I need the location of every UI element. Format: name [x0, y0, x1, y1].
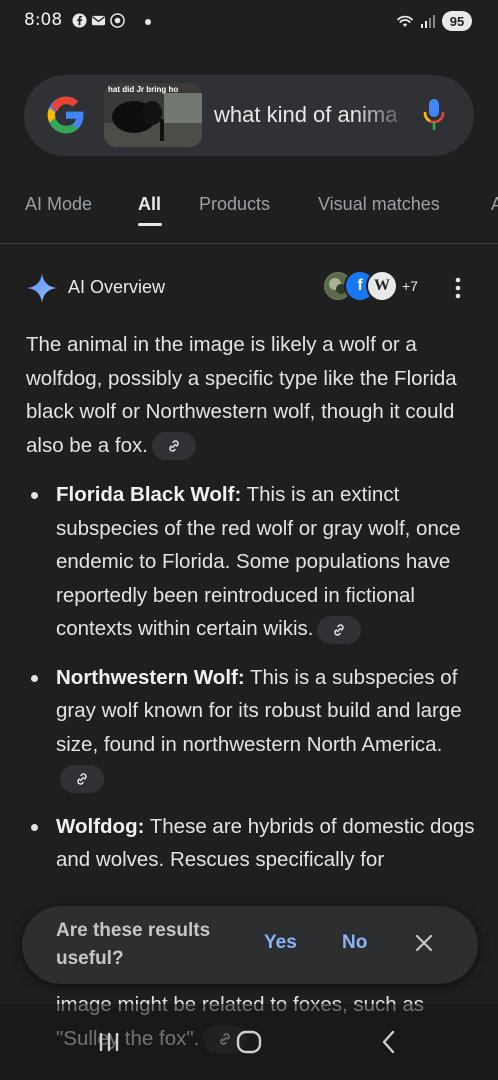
bullet-dot [31, 823, 38, 831]
citation-link-chip[interactable] [151, 432, 196, 461]
facebook-icon [72, 13, 87, 28]
ai-sparkle-icon [27, 273, 57, 303]
sources-more-count[interactable]: +7 [402, 278, 418, 294]
recent-apps-icon[interactable] [96, 1029, 122, 1055]
link-icon [169, 440, 179, 452]
wifi-icon [397, 15, 413, 27]
home-icon[interactable] [236, 1029, 262, 1055]
tab-partial[interactable]: A [491, 194, 498, 215]
more-options-icon[interactable] [452, 276, 464, 300]
status-bar: 8:08 95 [0, 0, 498, 44]
bullet-term: Wolfdog: [56, 814, 145, 838]
system-icons: 95 [396, 11, 472, 31]
ai-overview-intro: The animal in the image is likely a wolf… [26, 328, 476, 462]
status-time: 8:08 [24, 10, 63, 30]
tab-products[interactable]: Products [199, 194, 270, 215]
ai-overview-title: AI Overview [68, 277, 166, 297]
link-icon [77, 772, 87, 785]
ai-overview-header: AI Overview f W +7 [0, 266, 498, 310]
source-icon-wikipedia[interactable]: W [366, 270, 398, 302]
notification-dot [145, 19, 151, 25]
battery-icon: 95 [442, 11, 472, 31]
ai-overview-bullets: Florida Black Wolf: This is an extinct s… [26, 478, 476, 892]
google-logo[interactable] [46, 95, 86, 135]
source-favicons[interactable]: f W [322, 270, 402, 304]
close-icon[interactable] [414, 933, 434, 953]
bullet-term: Florida Black Wolf: [56, 483, 242, 506]
system-navigation-bar [0, 1004, 498, 1080]
tab-all[interactable]: All [138, 194, 161, 215]
link-icon [334, 623, 345, 636]
mic-icon[interactable] [422, 97, 446, 133]
battery-level: 95 [449, 13, 465, 29]
tab-visual-matches[interactable]: Visual matches [318, 194, 440, 215]
signal-icon [421, 15, 435, 28]
search-bar[interactable]: hat did Jr bring ho what kind of anima [24, 75, 474, 156]
list-item: Northwestern Wolf: This is a subspecies … [26, 661, 476, 795]
search-text-fade [354, 95, 414, 135]
feedback-prompt: Are these results useful? Yes No [22, 906, 478, 984]
feedback-yes-button[interactable]: Yes [264, 932, 297, 954]
back-icon[interactable] [376, 1029, 402, 1055]
thumbnail-caption: hat did Jr bring ho [108, 85, 179, 94]
media-icon [110, 13, 125, 28]
active-tab-indicator [138, 223, 162, 226]
bullet-text: This is an extinct subspecies of the red… [56, 483, 461, 640]
intro-text: The animal in the image is likely a wolf… [26, 333, 457, 457]
mail-icon [91, 15, 106, 26]
citation-link-chip[interactable] [317, 615, 362, 644]
feedback-question: Are these results useful? [56, 920, 211, 969]
citation-link-chip[interactable] [60, 764, 104, 793]
list-item: Florida Black Wolf: This is an extinct s… [26, 478, 476, 646]
notification-icons [72, 13, 125, 28]
bullet-term: Northwestern Wolf: [56, 665, 245, 689]
list-item: Wolfdog: These are hybrids of domestic d… [26, 810, 476, 877]
tab-ai-mode[interactable]: AI Mode [25, 194, 92, 215]
bullet-dot [31, 674, 38, 682]
search-tabs: AI Mode All Products Visual matches A [0, 180, 498, 244]
search-image-thumbnail[interactable]: hat did Jr bring ho [104, 83, 202, 147]
feedback-no-button[interactable]: No [342, 932, 367, 954]
bullet-dot [31, 492, 38, 499]
